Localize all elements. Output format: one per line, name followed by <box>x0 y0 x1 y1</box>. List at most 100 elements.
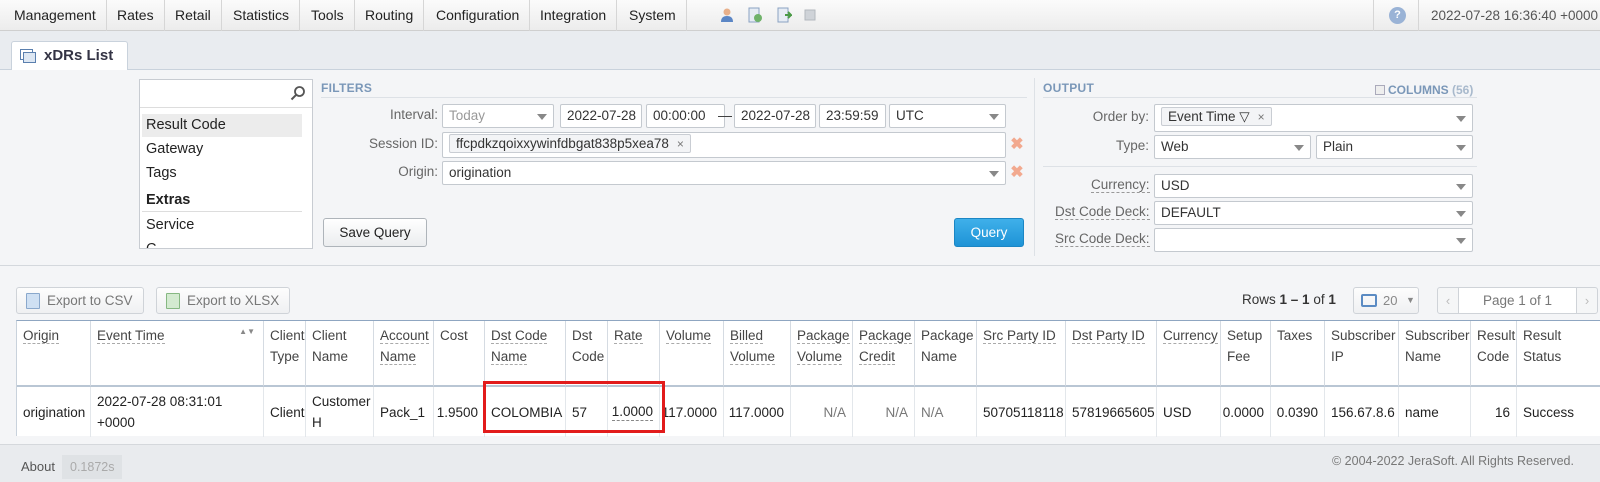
picker-item-gateway[interactable]: Gateway <box>142 138 302 161</box>
chevron-down-icon <box>1294 145 1304 151</box>
col-label: Volume <box>666 328 712 344</box>
col-event-time[interactable]: Event Time ▲▼ <box>91 321 264 387</box>
panel-divider <box>1034 78 1035 256</box>
col-package-credit[interactable]: Package Credit <box>853 321 915 387</box>
help-icon[interactable]: ? <box>1389 7 1406 24</box>
cell-cost: 1.9500 <box>434 387 485 437</box>
col-dst-code-name[interactable]: Dst Code Name <box>485 321 566 387</box>
picker-item-partial[interactable]: C <box>142 238 302 248</box>
interval-select[interactable]: Today <box>442 104 554 128</box>
col-client-name[interactable]: Client Name <box>306 321 374 387</box>
nav-divider <box>1418 0 1419 31</box>
session-id-value: ffcpdkzqoixxywinfdbgat838p5xea78 <box>456 136 669 151</box>
field-search-input[interactable] <box>140 80 312 108</box>
time-to-input[interactable]: 23:59:59 <box>819 104 886 128</box>
session-id-input[interactable]: ffcpdkzqoixxywinfdbgat838p5xea78 × <box>442 132 1006 158</box>
export-csv-button[interactable]: Export to CSV <box>16 287 144 314</box>
picker-item-result-code[interactable]: Result Code <box>142 114 302 137</box>
menu-tools[interactable]: Tools <box>301 0 355 31</box>
col-label-2: Volume <box>730 349 776 365</box>
cell-package-volume: N/A <box>791 387 853 437</box>
picker-item-tags[interactable]: Tags <box>142 162 302 185</box>
col-origin[interactable]: Origin <box>17 321 91 387</box>
currency-select[interactable]: USD <box>1154 174 1473 198</box>
col-subscriber-ip[interactable]: Subscriber IP <box>1325 321 1399 387</box>
menu-system[interactable]: System <box>619 0 687 31</box>
save-query-button[interactable]: Save Query <box>323 218 427 247</box>
csv-file-icon <box>26 293 40 309</box>
col-result-status[interactable]: Result Status <box>1517 321 1600 387</box>
filter-panel: Result Code Gateway Tags Extras Service … <box>0 70 1600 266</box>
col-currency[interactable]: Currency <box>1157 321 1221 387</box>
cell-package-name: N/A <box>915 387 977 437</box>
chip-remove-icon[interactable]: × <box>1258 110 1265 124</box>
time-from-input[interactable]: 00:00:00 <box>646 104 725 128</box>
rows-of: of <box>1313 292 1325 307</box>
format-value: Plain <box>1323 139 1354 154</box>
output-divider <box>1043 97 1477 98</box>
user-icon[interactable] <box>719 7 735 23</box>
rate-link[interactable]: 1.0000 <box>611 403 653 421</box>
date-from-input[interactable]: 2022-07-28 <box>560 104 642 128</box>
document-export-icon[interactable] <box>776 7 792 23</box>
col-volume[interactable]: Volume <box>660 321 724 387</box>
menu-management[interactable]: Management <box>4 0 107 31</box>
type-select[interactable]: Web <box>1154 135 1311 159</box>
col-billed-volume[interactable]: Billed Volume <box>724 321 791 387</box>
prev-page-button[interactable]: ‹ <box>1437 287 1459 314</box>
col-label: Origin <box>23 328 60 344</box>
document-refresh-icon[interactable] <box>747 7 763 23</box>
clear-origin-icon[interactable]: ✖ <box>1010 165 1024 181</box>
picker-item-service[interactable]: Service <box>142 214 302 237</box>
col-src-party-id[interactable]: Src Party ID <box>977 321 1066 387</box>
col-result-code[interactable]: Result Code <box>1471 321 1517 387</box>
date-to-input[interactable]: 2022-07-28 <box>734 104 816 128</box>
col-rate[interactable]: Rate <box>608 321 660 387</box>
export-xlsx-button[interactable]: Export to XLSX <box>156 287 291 314</box>
chevron-down-icon <box>1456 116 1466 122</box>
col-account-name[interactable]: Account Name <box>374 321 434 387</box>
rows-summary: Rows 1 – 1 of 1 <box>1242 292 1336 307</box>
col-dst-party-id[interactable]: Dst Party ID <box>1066 321 1157 387</box>
col-label-2: Code <box>572 349 605 364</box>
col-package-volume[interactable]: Package Volume <box>791 321 853 387</box>
col-dst-code[interactable]: Dst Code <box>566 321 608 387</box>
col-setup-fee[interactable]: Setup Fee <box>1221 321 1271 387</box>
columns-toggle[interactable]: COLUMNS (56) <box>1375 83 1473 97</box>
col-label: Dst <box>572 328 593 343</box>
format-select[interactable]: Plain <box>1316 135 1473 159</box>
clear-session-icon[interactable]: ✖ <box>1010 137 1024 153</box>
cell-account-name: Pack_1 <box>374 387 434 437</box>
about-link[interactable]: About <box>11 455 65 479</box>
query-button[interactable]: Query <box>954 218 1024 247</box>
menu-configuration[interactable]: Configuration <box>426 0 531 31</box>
xlsx-file-icon <box>166 293 180 309</box>
src-code-deck-select[interactable] <box>1154 228 1473 252</box>
order-by-chip: Event Time ▽ × <box>1161 107 1272 126</box>
dst-code-deck-select[interactable]: DEFAULT <box>1154 201 1473 225</box>
menu-routing[interactable]: Routing <box>355 0 425 31</box>
menu-integration[interactable]: Integration <box>530 0 618 31</box>
menu-rates[interactable]: Rates <box>107 0 165 31</box>
cell-currency: USD <box>1157 387 1221 437</box>
col-package-name[interactable]: Package Name <box>915 321 977 387</box>
menu-retail[interactable]: Retail <box>165 0 222 31</box>
search-icon[interactable] <box>290 85 306 101</box>
col-cost[interactable]: Cost <box>434 321 485 387</box>
col-label: Dst Party ID <box>1072 328 1145 344</box>
origin-select[interactable]: origination <box>442 161 1006 185</box>
tab-xdrs-list[interactable]: xDRs List <box>11 41 129 71</box>
col-client-type[interactable]: Client Type <box>264 321 306 387</box>
rows-per-page-select[interactable]: 20 ▼ <box>1353 287 1419 314</box>
sort-icon[interactable]: ▲▼ <box>239 328 255 336</box>
col-taxes[interactable]: Taxes <box>1271 321 1325 387</box>
menu-statistics[interactable]: Statistics <box>223 0 301 31</box>
col-subscriber-name[interactable]: Subscriber Name <box>1399 321 1471 387</box>
next-page-button[interactable]: › <box>1576 287 1598 314</box>
order-by-select[interactable]: Event Time ▽ × <box>1154 104 1473 132</box>
session-id-label: Session ID: <box>368 136 438 151</box>
timezone-select[interactable]: UTC <box>889 104 1006 128</box>
page-indicator: Page 1 of 1 <box>1459 287 1576 314</box>
chip-remove-icon[interactable]: × <box>677 137 684 151</box>
square-icon[interactable] <box>804 9 816 21</box>
